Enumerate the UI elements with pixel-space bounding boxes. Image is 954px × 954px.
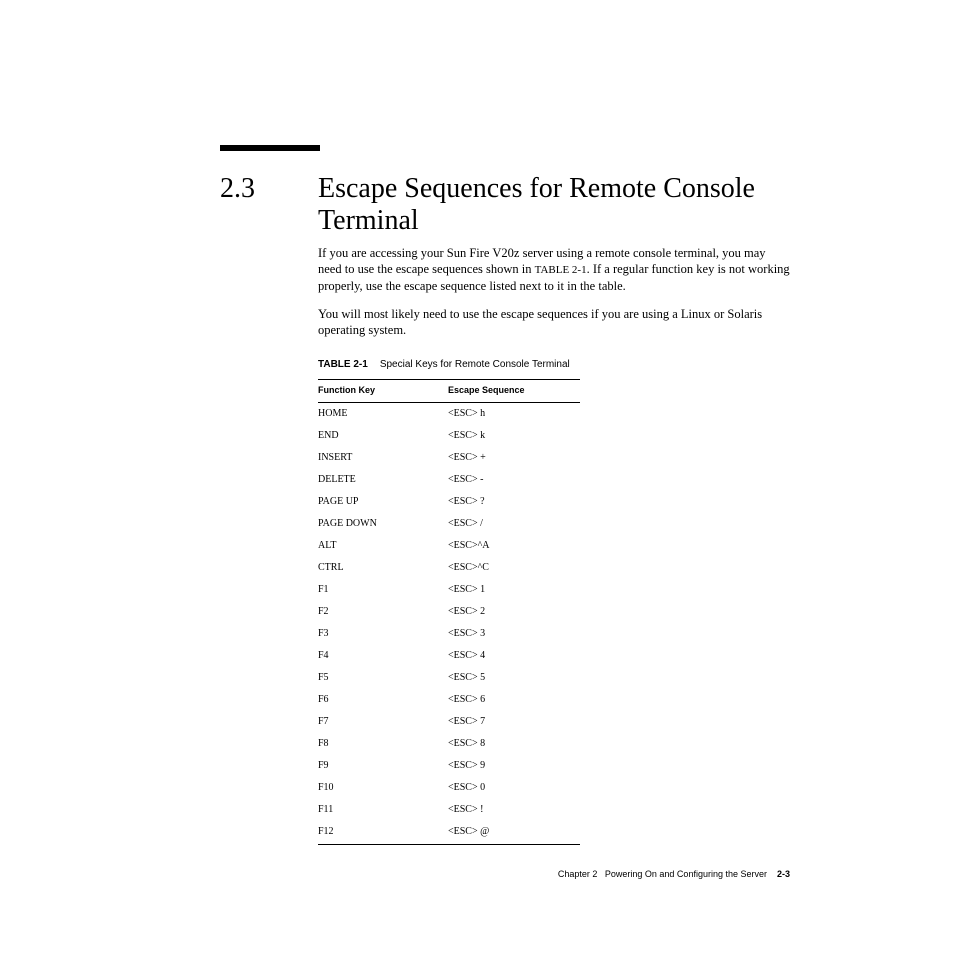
table-row: F11<ESC> ! xyxy=(318,799,580,821)
table-label: TABLE 2-1 xyxy=(318,359,368,370)
table-caption-text: Special Keys for Remote Console Terminal xyxy=(380,359,570,370)
table-row: CTRL<ESC>^C xyxy=(318,557,580,579)
cell-function-key: CTRL xyxy=(318,557,448,579)
paragraph-1: If you are accessing your Sun Fire V20z … xyxy=(318,245,790,294)
escape-sequence-table: Function Key Escape Sequence HOME<ESC> h… xyxy=(318,379,580,845)
table-row: DELETE<ESC> - xyxy=(318,469,580,491)
cell-escape-sequence: <ESC> 4 xyxy=(448,645,580,667)
table-row: F6<ESC> 6 xyxy=(318,689,580,711)
cell-escape-sequence: <ESC> 7 xyxy=(448,711,580,733)
table-row: PAGE UP<ESC> ? xyxy=(318,491,580,513)
table-header-seq: Escape Sequence xyxy=(448,380,580,403)
table-row: F9<ESC> 9 xyxy=(318,755,580,777)
footer-page-number: 2-3 xyxy=(777,869,790,879)
cell-escape-sequence: <ESC> 3 xyxy=(448,623,580,645)
section-rule xyxy=(220,145,320,151)
table-row: F10<ESC> 0 xyxy=(318,777,580,799)
cell-function-key: F12 xyxy=(318,821,448,845)
table-row: F8<ESC> 8 xyxy=(318,733,580,755)
cell-escape-sequence: <ESC> 2 xyxy=(448,601,580,623)
table-row: F3<ESC> 3 xyxy=(318,623,580,645)
table-row: F4<ESC> 4 xyxy=(318,645,580,667)
table-row: F1<ESC> 1 xyxy=(318,579,580,601)
cell-function-key: F6 xyxy=(318,689,448,711)
cell-function-key: INSERT xyxy=(318,447,448,469)
page: 2.3 Escape Sequences for Remote Console … xyxy=(0,0,954,954)
table-header-row: Function Key Escape Sequence xyxy=(318,380,580,403)
paragraph-2: You will most likely need to use the esc… xyxy=(318,306,790,339)
table-row: F12<ESC> @ xyxy=(318,821,580,845)
table-caption: TABLE 2-1 Special Keys for Remote Console… xyxy=(318,358,790,371)
cell-escape-sequence: <ESC> 1 xyxy=(448,579,580,601)
cell-escape-sequence: <ESC> / xyxy=(448,513,580,535)
cell-escape-sequence: <ESC> h xyxy=(448,402,580,425)
section-number: 2.3 xyxy=(220,173,255,205)
cell-function-key: PAGE UP xyxy=(318,491,448,513)
cell-function-key: F7 xyxy=(318,711,448,733)
cell-function-key: F10 xyxy=(318,777,448,799)
cell-function-key: F11 xyxy=(318,799,448,821)
cell-escape-sequence: <ESC> 9 xyxy=(448,755,580,777)
body-content: If you are accessing your Sun Fire V20z … xyxy=(318,245,790,845)
cell-escape-sequence: <ESC> + xyxy=(448,447,580,469)
table-row: F2<ESC> 2 xyxy=(318,601,580,623)
cell-escape-sequence: <ESC> 0 xyxy=(448,777,580,799)
table-row: F5<ESC> 5 xyxy=(318,667,580,689)
table-row: ALT<ESC>^A xyxy=(318,535,580,557)
table-row: END<ESC> k xyxy=(318,425,580,447)
cell-escape-sequence: <ESC> k xyxy=(448,425,580,447)
cell-escape-sequence: <ESC> 8 xyxy=(448,733,580,755)
cell-function-key: ALT xyxy=(318,535,448,557)
table-header-key: Function Key xyxy=(318,380,448,403)
page-footer: Chapter 2 Powering On and Configuring th… xyxy=(0,869,954,879)
cell-escape-sequence: <ESC> 6 xyxy=(448,689,580,711)
cell-function-key: HOME xyxy=(318,402,448,425)
cell-function-key: F8 xyxy=(318,733,448,755)
cell-escape-sequence: <ESC>^A xyxy=(448,535,580,557)
cell-escape-sequence: <ESC> @ xyxy=(448,821,580,845)
table-row: INSERT<ESC> + xyxy=(318,447,580,469)
cell-function-key: F5 xyxy=(318,667,448,689)
footer-chapter: Chapter 2 xyxy=(558,869,598,879)
cell-function-key: F1 xyxy=(318,579,448,601)
cell-escape-sequence: <ESC>^C xyxy=(448,557,580,579)
cell-function-key: F3 xyxy=(318,623,448,645)
cell-escape-sequence: <ESC> - xyxy=(448,469,580,491)
table-row: F7<ESC> 7 xyxy=(318,711,580,733)
cell-function-key: PAGE DOWN xyxy=(318,513,448,535)
footer-title: Powering On and Configuring the Server xyxy=(605,869,767,879)
table-ref-inline: TABLE 2-1 xyxy=(535,264,587,276)
cell-escape-sequence: <ESC> 5 xyxy=(448,667,580,689)
cell-escape-sequence: <ESC> ! xyxy=(448,799,580,821)
cell-function-key: F4 xyxy=(318,645,448,667)
table-row: HOME<ESC> h xyxy=(318,402,580,425)
cell-function-key: F2 xyxy=(318,601,448,623)
cell-function-key: DELETE xyxy=(318,469,448,491)
cell-function-key: END xyxy=(318,425,448,447)
section-title: Escape Sequences for Remote Console Term… xyxy=(318,173,804,237)
table-row: PAGE DOWN<ESC> / xyxy=(318,513,580,535)
cell-function-key: F9 xyxy=(318,755,448,777)
cell-escape-sequence: <ESC> ? xyxy=(448,491,580,513)
